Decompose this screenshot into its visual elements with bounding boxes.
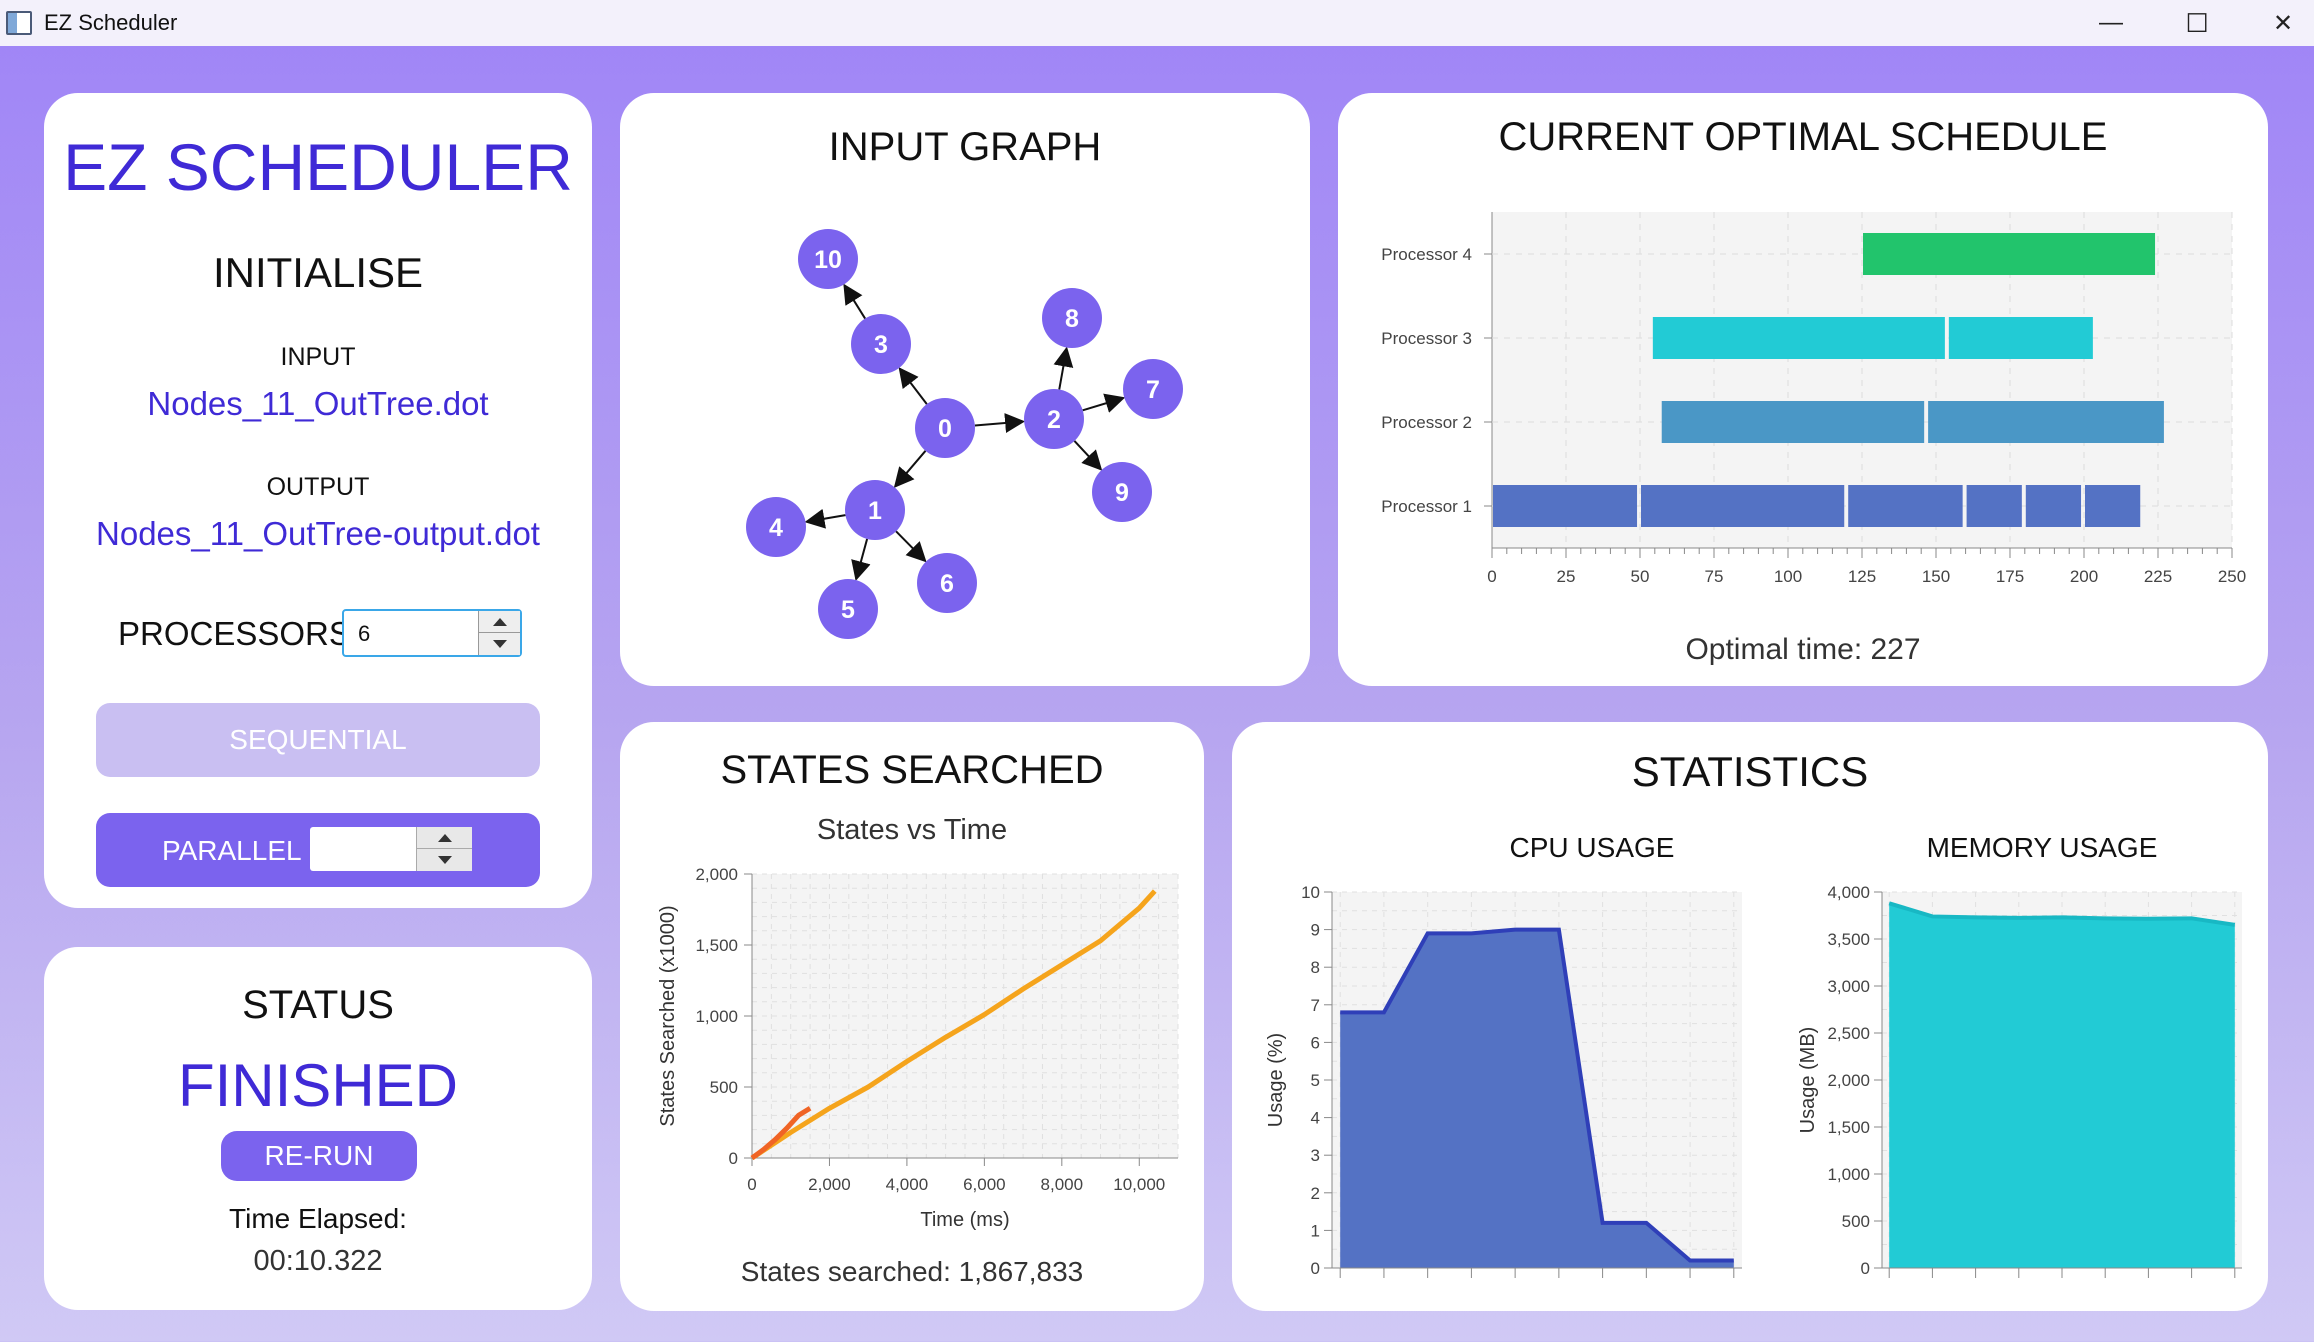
statistics-panel: STATISTICS CPU USAGE MEMORY USAGE: [1232, 722, 2268, 1311]
graph-edge: [1053, 346, 1074, 390]
graph-node-label: 3: [874, 331, 888, 359]
statistics-heading: STATISTICS: [1631, 748, 1869, 795]
states-heading: STATES SEARCHED: [720, 748, 1104, 792]
graph-node-label: 9: [1115, 479, 1129, 507]
schedule-panel: CURRENT OPTIMAL SCHEDULE Optimal time: 2…: [1338, 93, 2268, 686]
graph-node-label: 4: [769, 514, 783, 542]
graph-node-label: 1: [868, 497, 882, 525]
graph-edge: [804, 508, 846, 529]
memory-usage-title: MEMORY USAGE: [1926, 832, 2158, 863]
graph-node-label: 7: [1146, 376, 1160, 404]
graph-edge: [974, 413, 1026, 433]
graph-edge: [843, 283, 866, 320]
states-chart-title: States vs Time: [816, 814, 1008, 846]
schedule-heading: CURRENT OPTIMAL SCHEDULE: [1498, 115, 2108, 159]
graph-node-label: 0: [938, 415, 952, 443]
graph-edge: [895, 530, 927, 563]
states-searched-value: States searched: 1,867,833: [740, 1256, 1084, 1287]
graph-node-label: 6: [940, 570, 954, 598]
graph-node-label: 10: [814, 246, 842, 274]
states-panel: STATES SEARCHED States vs Time States se…: [620, 722, 1204, 1311]
graph-edge: [851, 538, 871, 582]
graph-edge: [1073, 440, 1103, 471]
cpu-usage-title: CPU USAGE: [1509, 832, 1675, 863]
optimal-time: Optimal time: 227: [1685, 633, 1921, 666]
graph-node-label: 5: [841, 596, 855, 624]
graph-edge: [898, 367, 928, 405]
graph-node-label: 2: [1047, 406, 1061, 434]
graph-node-label: 8: [1065, 305, 1079, 333]
graph-edge: [893, 450, 927, 488]
graph-edge: [1082, 393, 1126, 413]
